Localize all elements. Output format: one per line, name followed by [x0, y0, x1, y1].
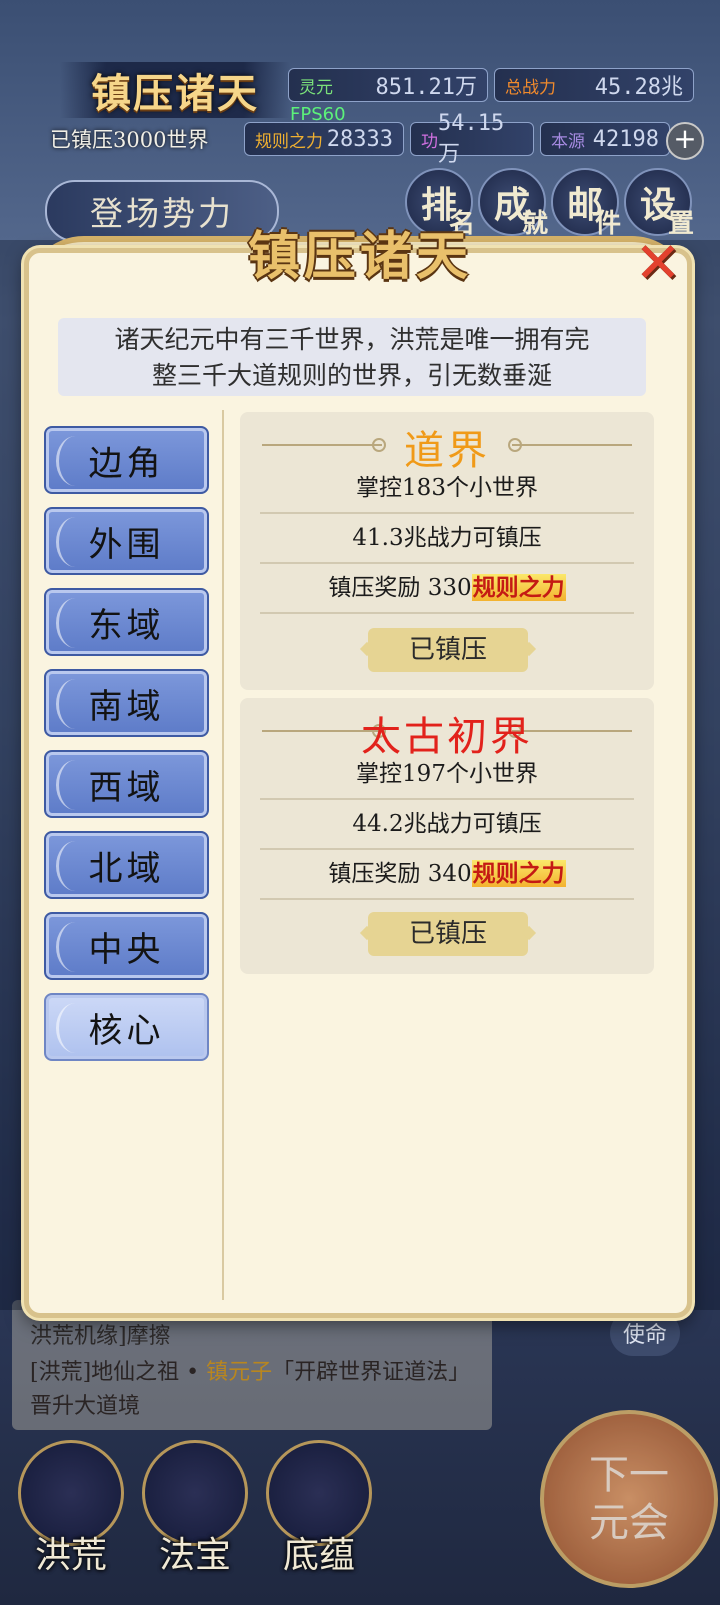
- nav-diyun-label: 底蕴: [282, 1535, 355, 1576]
- gong-value: 54.15万: [438, 110, 505, 167]
- world-card-daojie: 道界 掌控183个小世界 41.3兆战力可镇压 镇压奖励 330规则之力 已镇压: [240, 412, 654, 690]
- desc-line-1: 诸天纪元中有三千世界，洪荒是唯一拥有完: [114, 325, 590, 354]
- next-era-line-1: 下一: [589, 1452, 669, 1498]
- next-era-button[interactable]: 下一 元会: [540, 1410, 718, 1588]
- region-tab-zhongyang[interactable]: 中央: [44, 912, 209, 980]
- nav-fabao-label: 法宝: [158, 1535, 231, 1576]
- nav-honghuang-label: 洪荒: [34, 1535, 107, 1576]
- achievement-icon-small: 就: [521, 209, 548, 239]
- reward-unit: 规则之力: [471, 860, 566, 887]
- region-tab-nanyu[interactable]: 南域: [44, 669, 209, 737]
- swirl-icon: [56, 436, 95, 486]
- region-label: 边角: [88, 443, 165, 484]
- swirl-icon: [56, 841, 95, 891]
- world-reward: 镇压奖励 340规则之力: [260, 850, 634, 900]
- region-tab-beiyu[interactable]: 北域: [44, 831, 209, 899]
- region-label: 北域: [88, 848, 165, 889]
- zhanli-label: 总战力: [505, 77, 556, 98]
- world-power: 44.2兆战力可镇压: [260, 800, 634, 850]
- region-label: 中央: [88, 929, 165, 970]
- lingyuan-bar: 灵元 851.21万: [288, 68, 488, 102]
- nav-honghuang[interactable]: 洪荒: [16, 1440, 126, 1590]
- reward-prefix: 镇压奖励 330: [328, 575, 472, 601]
- world-reward: 镇压奖励 330规则之力: [260, 564, 634, 614]
- swirl-icon: [56, 760, 95, 810]
- source-bar: 本源 42198: [540, 122, 670, 156]
- reward-unit: 规则之力: [471, 574, 566, 601]
- lingyuan-label: 灵元: [299, 77, 333, 98]
- source-value: 42198: [592, 126, 659, 152]
- swirl-icon: [56, 679, 95, 729]
- zhanli-value: 45.28兆: [594, 75, 683, 100]
- rule-label: 规则之力: [255, 131, 323, 152]
- rule-value: 28333: [326, 126, 393, 152]
- swirl-icon: [56, 1003, 95, 1053]
- region-tab-waiwei[interactable]: 外围: [44, 507, 209, 575]
- vertical-divider: [222, 410, 224, 1300]
- rule-bar: 规则之力 28333: [244, 122, 404, 156]
- subdued-count: 已镇压3000世界: [50, 128, 209, 152]
- world-control: 掌控183个小世界: [260, 464, 634, 514]
- world-control: 掌控197个小世界: [260, 750, 634, 800]
- desc-line-2: 整三千大道规则的世界，引无数垂涎: [151, 361, 552, 390]
- region-label: 南域: [88, 686, 165, 727]
- modal-description: 诸天纪元中有三千世界，洪荒是唯一拥有完 整三千大道规则的世界，引无数垂涎: [58, 318, 646, 396]
- log-line-2-prefix: [洪荒]地仙之祖 •: [30, 1360, 207, 1385]
- swirl-icon: [56, 598, 95, 648]
- subdued-button[interactable]: 已镇压: [368, 912, 528, 956]
- close-button[interactable]: ✕: [630, 236, 686, 292]
- reward-prefix: 镇压奖励 340: [328, 861, 472, 887]
- add-source-button[interactable]: +: [666, 122, 704, 160]
- gong-label: 功: [421, 131, 438, 152]
- region-label: 外围: [88, 524, 165, 565]
- swirl-icon: [56, 517, 95, 567]
- modal-title: 镇压诸天: [247, 226, 472, 287]
- region-tab-dongyu[interactable]: 东域: [44, 588, 209, 656]
- hud-title: 镇压诸天: [60, 62, 290, 118]
- nav-diyun[interactable]: 底蕴: [264, 1440, 374, 1590]
- source-label: 本源: [551, 131, 585, 152]
- region-tab-hexin[interactable]: 核心: [44, 993, 209, 1061]
- log-line-1: 洪荒机缘]摩擦: [30, 1324, 171, 1349]
- mail-icon-small: 件: [594, 209, 621, 239]
- nav-fabao[interactable]: 法宝: [140, 1440, 250, 1590]
- region-label: 核心: [88, 1010, 165, 1051]
- lingyuan-value: 851.21万: [375, 75, 477, 100]
- next-era-line-2: 元会: [589, 1500, 669, 1546]
- log-line-2-highlight: 镇元子: [206, 1360, 273, 1385]
- world-card-taiguchujie: 太古初界 掌控197个小世界 44.2兆战力可镇压 镇压奖励 340规则之力 已…: [240, 698, 654, 974]
- zhanli-bar: 总战力 45.28兆: [494, 68, 694, 102]
- mail-button[interactable]: 邮 件: [551, 168, 621, 239]
- region-tab-bianjiao[interactable]: 边角: [44, 426, 209, 494]
- subdued-button[interactable]: 已镇压: [368, 628, 528, 672]
- region-tab-xiyu[interactable]: 西域: [44, 750, 209, 818]
- swirl-icon: [56, 922, 95, 972]
- log-line-2: [洪荒]地仙之祖 • 镇元子「开辟世界证道法」晋升大道境: [30, 1356, 480, 1424]
- region-label: 东域: [88, 605, 165, 646]
- world-power: 41.3兆战力可镇压: [260, 514, 634, 564]
- settings-button[interactable]: 设 置: [624, 168, 694, 239]
- region-label: 西域: [88, 767, 165, 808]
- gong-bar: 功 54.15万: [410, 111, 534, 167]
